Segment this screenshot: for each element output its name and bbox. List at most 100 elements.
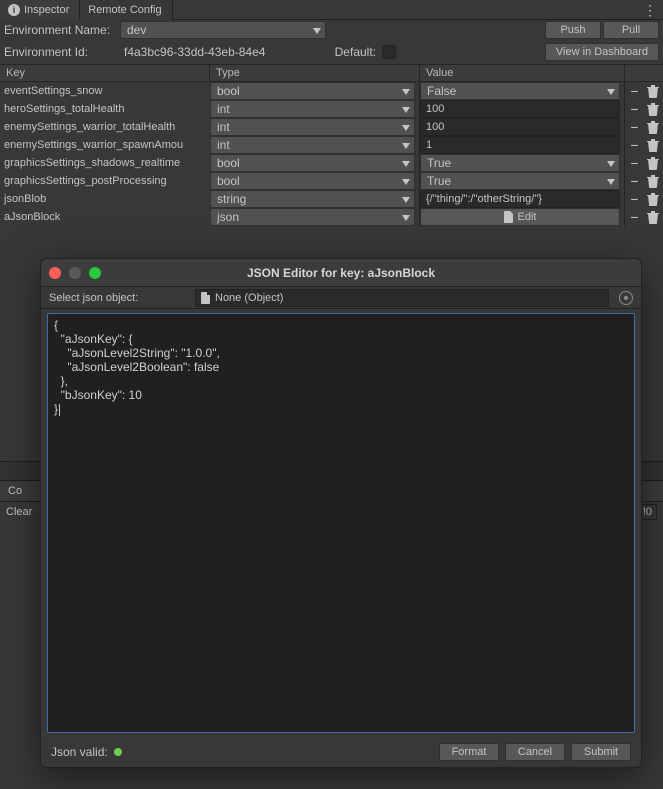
chevron-down-icon xyxy=(402,84,410,98)
delete-row-button[interactable] xyxy=(645,173,660,189)
env-name-dropdown[interactable]: dev xyxy=(120,21,326,39)
cell-key[interactable]: graphicsSettings_postProcessing xyxy=(0,175,210,187)
value-text: True xyxy=(427,174,451,188)
minimize-icon[interactable] xyxy=(69,267,81,279)
remove-row-button[interactable]: − xyxy=(627,119,642,135)
value-input[interactable]: 100 xyxy=(420,118,620,136)
document-icon xyxy=(201,292,211,304)
env-id-value: f4a3bc96-33dd-43eb-84e4 xyxy=(120,45,326,59)
chevron-down-icon xyxy=(402,138,410,152)
value-dropdown[interactable]: True xyxy=(420,154,620,172)
value-input[interactable]: 100 xyxy=(420,100,620,118)
table-row: eventSettings_snowbool False− xyxy=(0,82,663,100)
type-dropdown[interactable]: int xyxy=(210,118,415,136)
default-label: Default: xyxy=(326,45,382,59)
cancel-button[interactable]: Cancel xyxy=(505,743,565,761)
push-button[interactable]: Push xyxy=(545,21,601,39)
remove-row-button[interactable]: − xyxy=(627,83,642,99)
chevron-down-icon xyxy=(313,23,321,37)
view-dashboard-button[interactable]: View in Dashboard xyxy=(545,43,659,61)
cell-key[interactable]: eventSettings_snow xyxy=(0,85,210,97)
pull-button[interactable]: Pull xyxy=(603,21,659,39)
chevron-down-icon xyxy=(607,84,615,98)
type-dropdown[interactable]: int xyxy=(210,100,415,118)
tab-inspector[interactable]: i Inspector xyxy=(0,0,80,20)
type-value: int xyxy=(217,102,230,116)
delete-row-button[interactable] xyxy=(645,83,660,99)
type-value: bool xyxy=(217,156,240,170)
tab-label: Remote Config xyxy=(88,4,161,16)
col-header-type[interactable]: Type xyxy=(210,65,420,81)
delete-row-button[interactable] xyxy=(645,191,660,207)
edit-label: Edit xyxy=(518,211,537,223)
type-dropdown[interactable]: json xyxy=(210,208,415,226)
submit-button[interactable]: Submit xyxy=(571,743,631,761)
dialog-titlebar[interactable]: JSON Editor for key: aJsonBlock xyxy=(41,259,641,287)
cell-key[interactable]: aJsonBlock xyxy=(0,211,210,223)
chevron-down-icon xyxy=(607,174,615,188)
default-checkbox[interactable] xyxy=(382,45,396,59)
table-row: jsonBlob string {/"thing/":/"otherString/"… xyxy=(0,190,663,208)
chevron-down-icon xyxy=(402,192,410,206)
close-icon[interactable] xyxy=(49,267,61,279)
delete-row-button[interactable] xyxy=(645,101,660,117)
tab-bar: i Inspector Remote Config ⋮ xyxy=(0,0,663,20)
info-icon: i xyxy=(8,4,20,16)
value-input[interactable]: 1 xyxy=(420,136,620,154)
type-dropdown[interactable]: string xyxy=(210,190,415,208)
value-text: True xyxy=(427,156,451,170)
env-name-label: Environment Name: xyxy=(2,23,120,37)
zoom-icon[interactable] xyxy=(89,267,101,279)
type-dropdown[interactable]: bool xyxy=(210,154,415,172)
format-button[interactable]: Format xyxy=(439,743,499,761)
delete-row-button[interactable] xyxy=(645,155,660,171)
remove-row-button[interactable]: − xyxy=(627,137,642,153)
remove-row-button[interactable]: − xyxy=(627,155,642,171)
type-value: bool xyxy=(217,174,240,188)
type-value: string xyxy=(217,192,246,206)
clear-button[interactable]: Clear xyxy=(6,506,32,518)
json-textarea[interactable]: { "aJsonKey": { "aJsonLevel2String": "1.… xyxy=(47,313,635,733)
chevron-down-icon xyxy=(607,156,615,170)
valid-indicator-icon xyxy=(114,748,122,756)
table-row: enemySettings_warrior_spawnAmou int 1− xyxy=(0,136,663,154)
remove-row-button[interactable]: − xyxy=(627,101,642,117)
env-id-label: Environment Id: xyxy=(2,45,120,59)
cell-key[interactable]: heroSettings_totalHealth xyxy=(0,103,210,115)
value-input[interactable]: {/"thing/":/"otherString/"} xyxy=(420,190,620,208)
table-row: enemySettings_warrior_totalHealth int 100− xyxy=(0,118,663,136)
chevron-down-icon xyxy=(402,174,410,188)
object-picker-icon[interactable] xyxy=(619,291,633,305)
console-tab[interactable]: Co xyxy=(0,482,30,500)
col-header-value[interactable]: Value xyxy=(420,65,625,81)
type-dropdown[interactable]: bool xyxy=(210,82,415,100)
chevron-down-icon xyxy=(402,210,410,224)
type-value: json xyxy=(217,210,239,224)
tab-label: Inspector xyxy=(24,4,69,16)
tab-remote-config[interactable]: Remote Config xyxy=(80,0,172,20)
col-header-actions xyxy=(625,65,663,81)
remove-row-button[interactable]: − xyxy=(627,209,642,225)
cell-key[interactable]: graphicsSettings_shadows_realtime xyxy=(0,157,210,169)
chevron-down-icon xyxy=(402,120,410,134)
cell-key[interactable]: enemySettings_warrior_totalHealth xyxy=(0,121,210,133)
type-dropdown[interactable]: int xyxy=(210,136,415,154)
delete-row-button[interactable] xyxy=(645,209,660,225)
value-dropdown[interactable]: True xyxy=(420,172,620,190)
type-dropdown[interactable]: bool xyxy=(210,172,415,190)
col-header-key[interactable]: Key xyxy=(0,65,210,81)
table-row: graphicsSettings_postProcessing bool True − xyxy=(0,172,663,190)
kebab-menu-icon[interactable]: ⋮ xyxy=(643,3,657,17)
table-row: graphicsSettings_shadows_realtime bool Tru… xyxy=(0,154,663,172)
type-value: int xyxy=(217,138,230,152)
delete-row-button[interactable] xyxy=(645,137,660,153)
remove-row-button[interactable]: − xyxy=(627,173,642,189)
type-value: int xyxy=(217,120,230,134)
cell-key[interactable]: jsonBlob xyxy=(0,193,210,205)
edit-json-button[interactable]: Edit xyxy=(420,208,620,226)
cell-key[interactable]: enemySettings_warrior_spawnAmou xyxy=(0,139,210,151)
delete-row-button[interactable] xyxy=(645,119,660,135)
remove-row-button[interactable]: − xyxy=(627,191,642,207)
value-dropdown[interactable]: False xyxy=(420,82,620,100)
object-field[interactable]: None (Object) xyxy=(195,289,609,307)
